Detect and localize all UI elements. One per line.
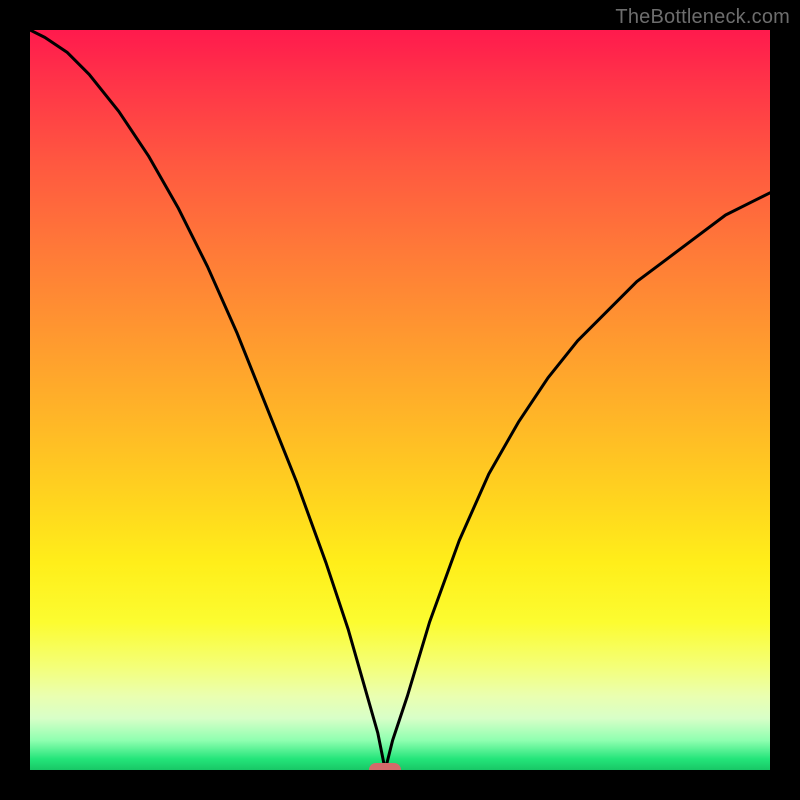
watermark-text: TheBottleneck.com: [615, 6, 790, 29]
bottleneck-curve: [30, 30, 770, 770]
plot-area: [30, 30, 770, 770]
curve-svg: [30, 30, 770, 770]
optimum-marker: [369, 763, 401, 770]
chart-frame: TheBottleneck.com: [0, 0, 800, 800]
